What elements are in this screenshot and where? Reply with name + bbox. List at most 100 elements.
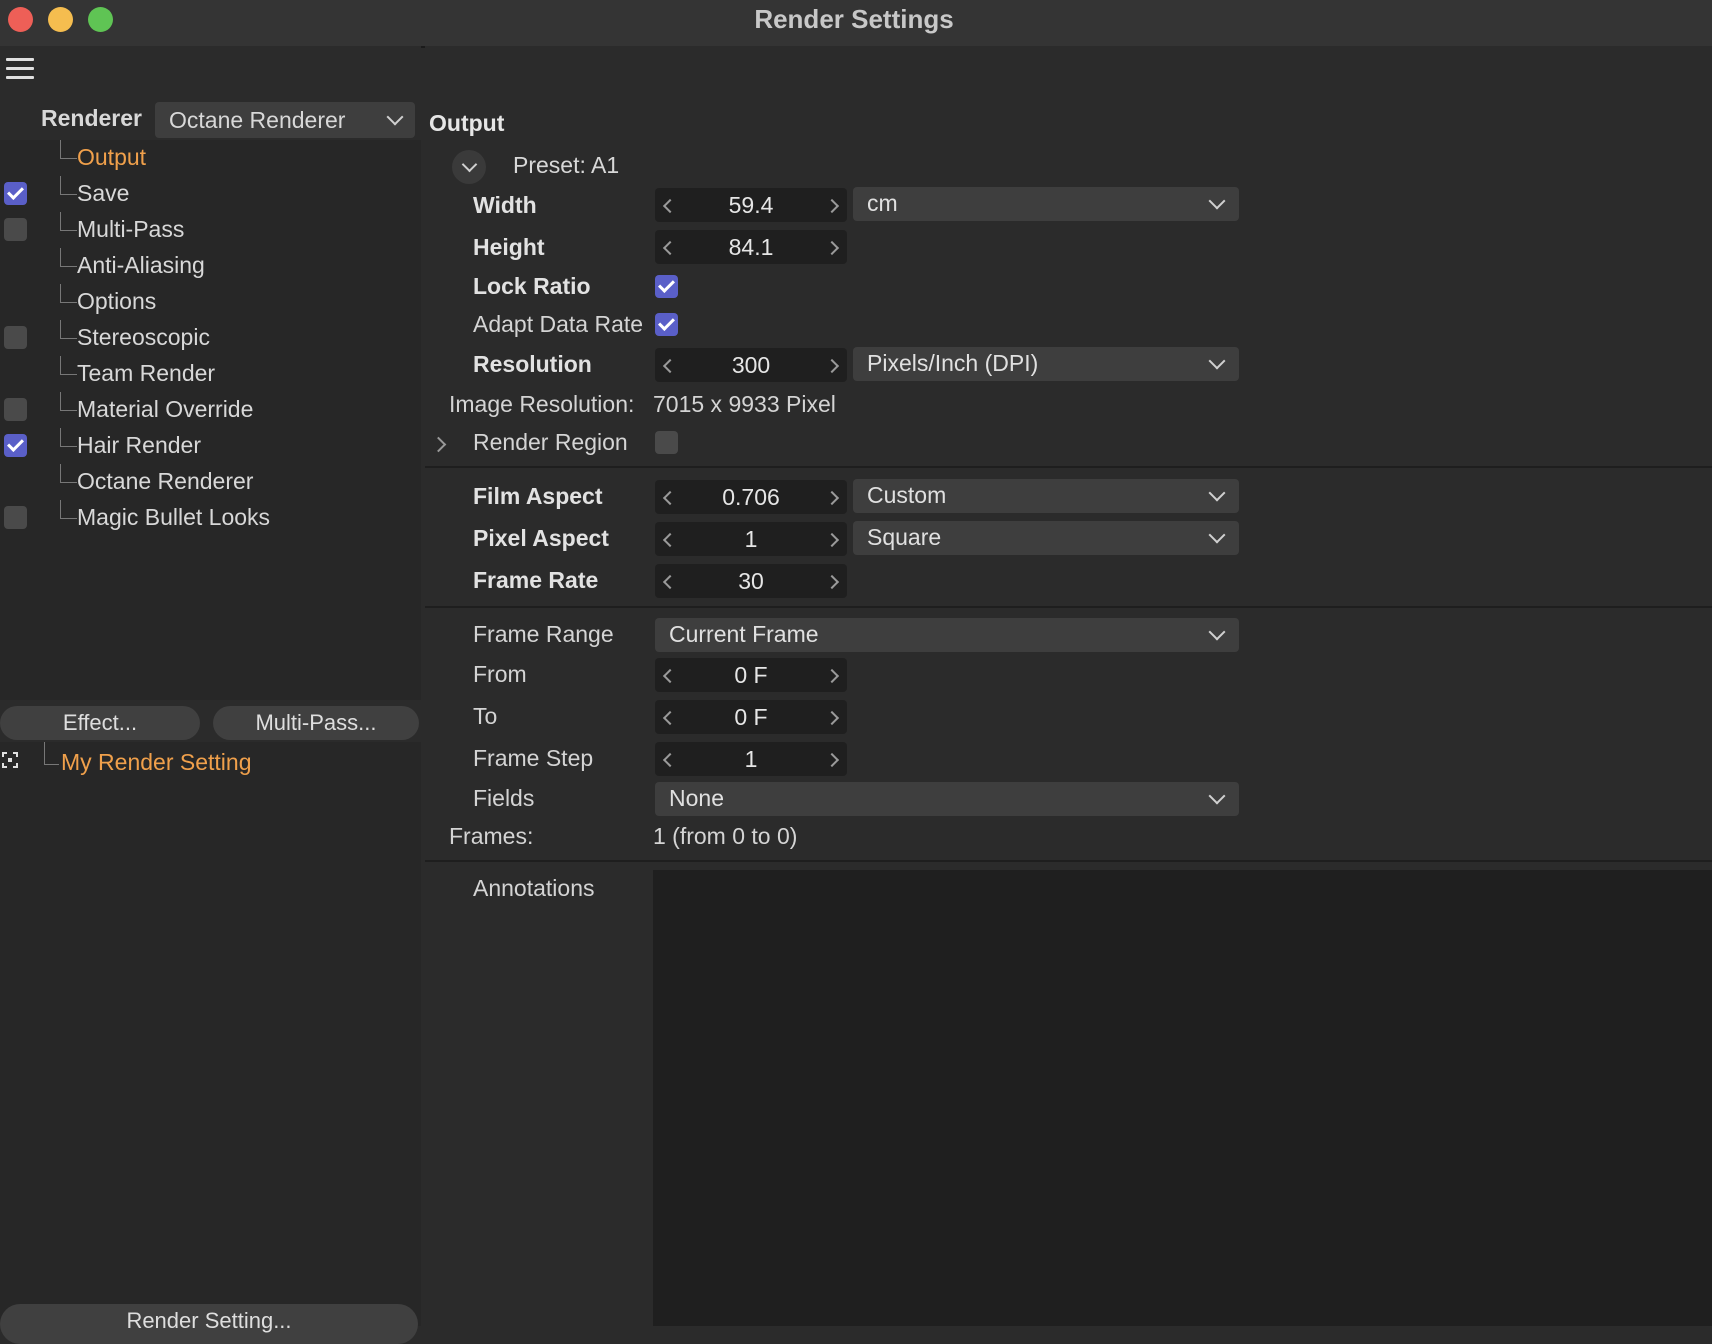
tree-item-checkbox[interactable] xyxy=(4,434,27,457)
film-aspect-value: 0.706 xyxy=(722,484,780,510)
tree-branch xyxy=(60,284,77,303)
renderer-dropdown[interactable]: Octane Renderer xyxy=(155,102,415,138)
fields-dropdown[interactable]: None xyxy=(655,782,1239,816)
effect-button[interactable]: Effect... xyxy=(0,706,200,740)
tree-item-checkbox[interactable] xyxy=(4,326,27,349)
width-stepper[interactable]: 59.4 xyxy=(655,188,847,222)
preset-label: Preset: A1 xyxy=(513,152,620,178)
increment-arrow-icon[interactable] xyxy=(824,574,840,590)
pixel-aspect-value: 1 xyxy=(744,526,758,552)
tree-item[interactable]: Anti-Aliasing xyxy=(0,248,421,284)
lock-ratio-checkbox[interactable] xyxy=(655,275,678,298)
decrement-arrow-icon[interactable] xyxy=(662,574,678,590)
tree-item-checkbox[interactable] xyxy=(4,218,27,241)
tree-item[interactable]: Material Override xyxy=(0,392,421,428)
tree-item-label: Multi-Pass xyxy=(77,216,185,242)
tree-item-checkbox[interactable] xyxy=(4,182,27,205)
height-value: 84.1 xyxy=(728,234,774,260)
increment-arrow-icon[interactable] xyxy=(824,710,840,726)
tree-item-label: Octane Renderer xyxy=(77,468,254,494)
image-resolution-label: Image Resolution: xyxy=(449,391,635,417)
tree-branch xyxy=(60,464,77,483)
title-bar: Render Settings xyxy=(0,0,1712,48)
tree-item[interactable]: Magic Bullet Looks xyxy=(0,500,421,536)
render-region-checkbox[interactable] xyxy=(655,431,678,454)
tree-item[interactable]: Stereoscopic xyxy=(0,320,421,356)
chevron-right-icon[interactable] xyxy=(430,436,447,453)
decrement-arrow-icon[interactable] xyxy=(662,240,678,256)
tree-item-label: Save xyxy=(77,180,130,206)
height-stepper[interactable]: 84.1 xyxy=(655,230,847,264)
tree-item-checkbox[interactable] xyxy=(4,398,27,421)
left-panel: Renderer Octane Renderer Output Save Multi… xyxy=(0,46,421,1344)
increment-arrow-icon[interactable] xyxy=(824,532,840,548)
decrement-arrow-icon[interactable] xyxy=(662,752,678,768)
increment-arrow-icon[interactable] xyxy=(824,240,840,256)
decrement-arrow-icon[interactable] xyxy=(662,198,678,214)
pixel-aspect-stepper[interactable]: 1 xyxy=(655,522,847,556)
increment-arrow-icon[interactable] xyxy=(824,358,840,374)
decrement-arrow-icon[interactable] xyxy=(662,490,678,506)
frame-range-dropdown[interactable]: Current Frame xyxy=(655,618,1239,652)
to-label: To xyxy=(473,703,498,729)
tree-item[interactable]: Hair Render xyxy=(0,428,421,464)
resolution-stepper[interactable]: 300 xyxy=(655,348,847,382)
adapt-data-rate-label: Adapt Data Rate xyxy=(473,311,644,337)
frame-step-stepper[interactable]: 1 xyxy=(655,742,847,776)
tree-branch xyxy=(60,392,77,411)
film-aspect-mode-value: Custom xyxy=(867,482,947,508)
tree-branch xyxy=(60,212,77,231)
decrement-arrow-icon[interactable] xyxy=(662,710,678,726)
increment-arrow-icon[interactable] xyxy=(824,490,840,506)
tree-branch xyxy=(44,742,59,765)
expand-icon[interactable] xyxy=(2,752,18,768)
from-value: 0 F xyxy=(734,662,768,688)
tree-branch xyxy=(60,320,77,339)
tree-item[interactable]: Multi-Pass xyxy=(0,212,421,248)
output-panel: Output Preset: A1 Width 59.4 cm Height 8… xyxy=(425,46,1712,1326)
tree-item[interactable]: Team Render xyxy=(0,356,421,392)
increment-arrow-icon[interactable] xyxy=(824,198,840,214)
render-setting-button[interactable]: Render Setting... xyxy=(0,1304,418,1344)
annotations-textarea[interactable] xyxy=(653,870,1712,1326)
tree-item[interactable]: Output xyxy=(0,140,421,176)
pixel-aspect-dropdown[interactable]: Square xyxy=(853,521,1239,555)
settings-tree: Output Save Multi-Pass Anti-Aliasing Options… xyxy=(0,140,421,700)
renderer-label: Renderer xyxy=(41,105,142,131)
resolution-value: 300 xyxy=(731,352,771,378)
from-stepper[interactable]: 0 F xyxy=(655,658,847,692)
film-aspect-stepper[interactable]: 0.706 xyxy=(655,480,847,514)
annotations-label: Annotations xyxy=(473,875,595,901)
fields-value: None xyxy=(669,785,724,811)
resolution-unit-dropdown[interactable]: Pixels/Inch (DPI) xyxy=(853,347,1239,381)
tree-item[interactable]: Octane Renderer xyxy=(0,464,421,500)
hamburger-menu-icon[interactable] xyxy=(6,58,34,80)
film-aspect-dropdown[interactable]: Custom xyxy=(853,479,1239,513)
width-unit-dropdown[interactable]: cm xyxy=(853,187,1239,221)
decrement-arrow-icon[interactable] xyxy=(662,358,678,374)
adapt-data-rate-checkbox[interactable] xyxy=(655,313,678,336)
decrement-arrow-icon[interactable] xyxy=(662,668,678,684)
tree-item-label: Anti-Aliasing xyxy=(77,252,205,278)
preset-button[interactable] xyxy=(452,150,486,184)
chevron-down-icon xyxy=(461,156,478,173)
width-value: 59.4 xyxy=(728,192,774,218)
to-stepper[interactable]: 0 F xyxy=(655,700,847,734)
resolution-label: Resolution xyxy=(473,351,592,377)
chevron-down-icon xyxy=(1208,192,1226,210)
tree-item-label: Output xyxy=(77,144,147,170)
render-setting-item[interactable]: My Render Setting xyxy=(61,749,251,776)
chevron-down-icon xyxy=(1208,484,1226,502)
divider xyxy=(425,466,1712,468)
fields-label: Fields xyxy=(473,785,535,811)
tree-item-label: Magic Bullet Looks xyxy=(77,504,271,530)
increment-arrow-icon[interactable] xyxy=(824,752,840,768)
frame-rate-stepper[interactable]: 30 xyxy=(655,564,847,598)
resolution-unit-value: Pixels/Inch (DPI) xyxy=(867,350,1039,376)
increment-arrow-icon[interactable] xyxy=(824,668,840,684)
tree-item-checkbox[interactable] xyxy=(4,506,27,529)
decrement-arrow-icon[interactable] xyxy=(662,532,678,548)
tree-item[interactable]: Save xyxy=(0,176,421,212)
multipass-button[interactable]: Multi-Pass... xyxy=(213,706,419,740)
tree-item[interactable]: Options xyxy=(0,284,421,320)
